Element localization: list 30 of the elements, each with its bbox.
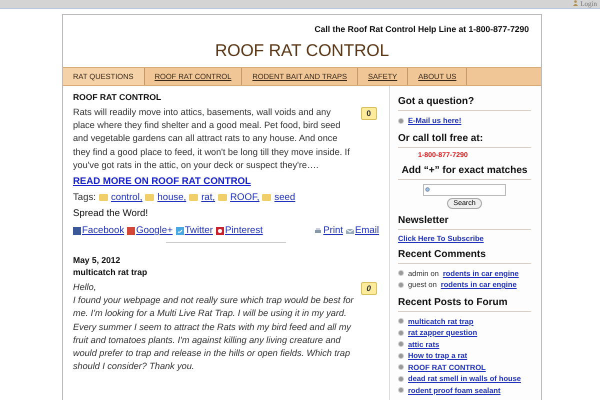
share-link[interactable]: Email	[346, 225, 379, 236]
comment-count-badge[interactable]: 0	[360, 282, 377, 296]
post-text: Hello,	[73, 281, 98, 294]
site-title: ROOF RAT CONTROL	[214, 41, 390, 61]
share-link[interactable]: Google+	[127, 225, 173, 236]
help-line-text: Call the Roof Rat Control Help Line at 1-800-877-7290	[314, 24, 529, 34]
share-link[interactable]: Pinterest	[216, 225, 263, 236]
post-date: May 5, 2012	[73, 255, 122, 266]
tag-link[interactable]: house,	[157, 192, 186, 204]
tag-link[interactable]: rat,	[201, 192, 216, 204]
share-link[interactable]: Print	[314, 225, 343, 236]
share-heading: Spread the Word!	[73, 208, 150, 220]
post-text: I found your webpage and not really sure which trap would be best for me. I'm looking for a Multi Live Rat Trap. I will be using it in my yard. Every summer I seem to attract the Rats with my bird feed and all my fruit and tomatoes plants. I'm against killing any living creature and would prefer to trap and release in the hills or open fields. Which trap should I consider? Thank you.	[73, 294, 355, 374]
share-link[interactable]: Twitter	[176, 225, 213, 236]
post-title: ROOF RAT CONTROL	[73, 92, 162, 102]
tag-link[interactable]: seed	[274, 192, 296, 204]
sidebar-heading: Newsletter	[398, 214, 531, 230]
sidebar-heading: Or call toll free at:	[398, 132, 531, 148]
post-text: Rats will readily move into attics, basements, wall voids and any place where they find shelter and a good meal. Pet food, bird seed and vegetable gardens can all attract rats to any house. And once they find a good place to feed, it won't be long till they move inside. If you've got rats in the attic, on your deck or suspect they're….	[73, 106, 351, 172]
sidebar-heading: Got a question?	[398, 96, 531, 111]
comment-count-badge[interactable]: 0	[360, 107, 377, 120]
tags-label: Tags:	[73, 192, 96, 204]
sidebar-heading: Recent Comments	[398, 248, 531, 264]
post-title: multicatch rat trap	[73, 267, 148, 278]
tag-link[interactable]: ROOF,	[230, 192, 260, 204]
tag-link[interactable]: control,	[110, 192, 142, 204]
sidebar-heading: Recent Posts to Forum	[398, 296, 531, 312]
sidebar-heading: Add “+” for exact matches	[398, 164, 531, 180]
read-more-link[interactable]: READ MORE ON ROOF RAT CONTROL	[73, 176, 251, 188]
share-link[interactable]: Facebook	[73, 225, 124, 236]
